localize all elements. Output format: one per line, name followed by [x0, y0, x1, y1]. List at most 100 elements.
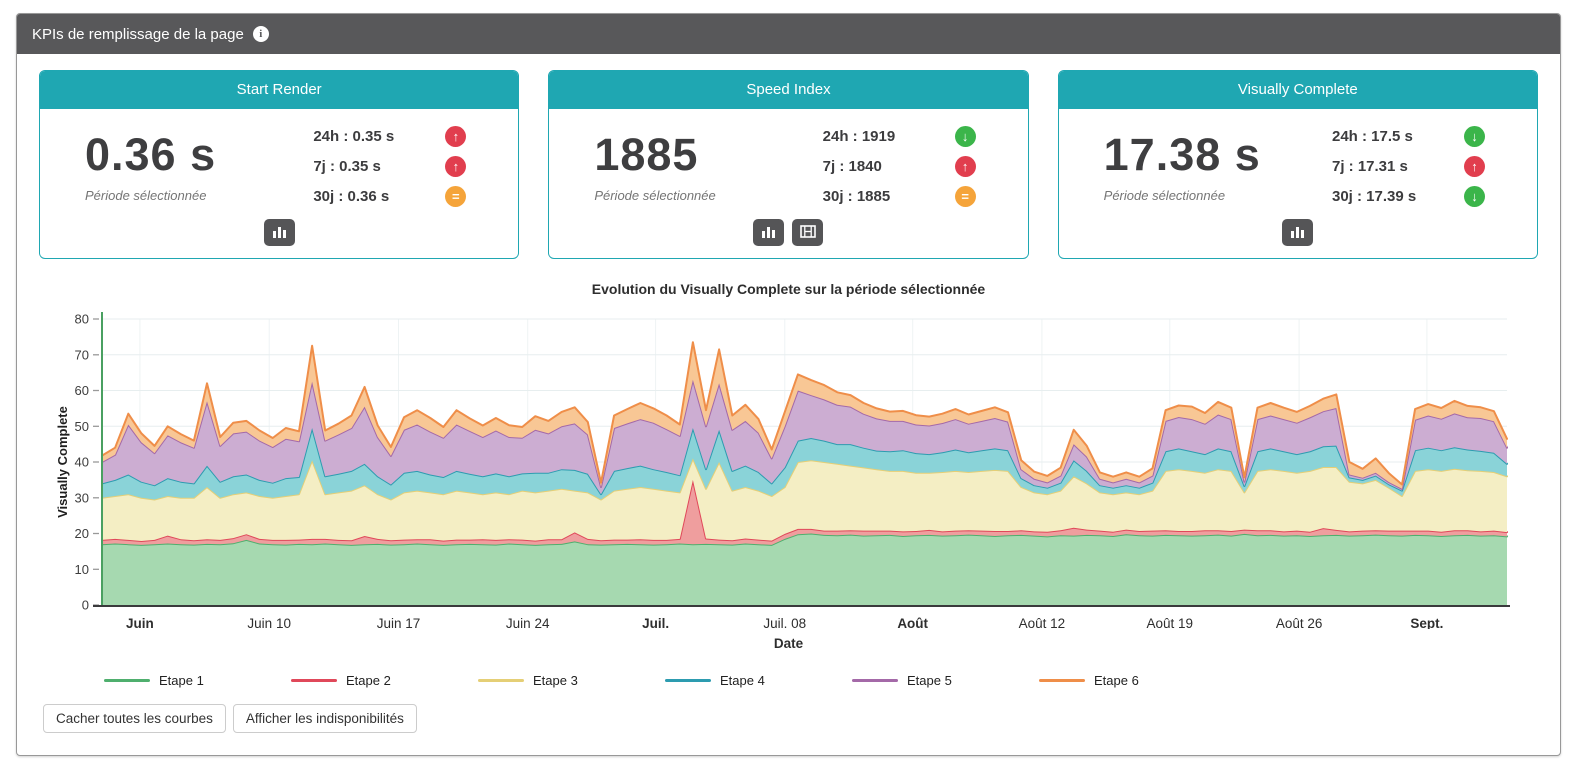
- kpi-value: 1885: [594, 129, 822, 181]
- svg-text:10: 10: [75, 562, 89, 577]
- svg-text:Juil. 08: Juil. 08: [763, 616, 806, 629]
- kpi-stat-row: 7j : 0.35 s↑: [313, 156, 488, 177]
- svg-text:30: 30: [75, 490, 89, 505]
- hide-all-curves-button[interactable]: Cacher toutes les courbes: [43, 704, 226, 733]
- kpi-stat-row: 30j : 0.36 s=: [313, 186, 488, 207]
- kpi-card: Visually Complete 17.38 s Période sélectio…: [1058, 70, 1538, 259]
- svg-text:Visually Complete: Visually Complete: [55, 406, 70, 518]
- kpi-buttons: [40, 215, 518, 258]
- kpi-card-body: 1885Période sélectionnée24h : 1919↓7j : …: [549, 109, 1027, 215]
- kpi-stat-label: 24h : 17.5 s: [1332, 128, 1464, 145]
- trend-up-icon: ↑: [445, 126, 466, 147]
- trend-up-icon: ↑: [445, 156, 466, 177]
- info-icon[interactable]: i: [253, 26, 269, 42]
- legend-item-etape-4[interactable]: Etape 4: [665, 673, 852, 688]
- kpi-card-title: Start Render: [40, 71, 518, 109]
- kpi-stat-label: 24h : 1919: [823, 128, 955, 145]
- svg-text:Août: Août: [897, 616, 928, 629]
- svg-text:Août 19: Août 19: [1147, 616, 1194, 629]
- panel-body: Start Render 0.36 s Période sélectionnée 24…: [17, 54, 1560, 755]
- svg-text:Juin 17: Juin 17: [377, 616, 421, 629]
- kpi-card: Start Render 0.36 s Période sélectionnée 24…: [39, 70, 519, 259]
- kpi-stat-label: 30j : 17.39 s: [1332, 188, 1464, 205]
- legend-item-etape-6[interactable]: Etape 6: [1039, 673, 1226, 688]
- kpi-stat-label: 7j : 1840: [823, 158, 955, 175]
- kpi-card-title: Speed Index: [549, 71, 1027, 109]
- svg-text:Juin: Juin: [126, 616, 154, 629]
- kpi-period-label: Période sélectionnée: [85, 188, 313, 203]
- kpi-value: 0.36 s: [85, 129, 313, 181]
- kpi-stat-row: 7j : 1840↑: [823, 156, 998, 177]
- stacked-area-chart[interactable]: 0 10 20 30 40 50 60 70 80 Juin Juin 10 Juin 17 Juin …: [39, 307, 1538, 629]
- bar-chart-icon: [761, 225, 776, 241]
- kpi-buttons: [549, 215, 1027, 258]
- svg-text:70: 70: [75, 347, 89, 362]
- x-axis-title: Date: [39, 636, 1538, 651]
- bar-chart-icon: [272, 225, 287, 241]
- kpi-card: Speed Index1885Période sélectionnée24h :…: [548, 70, 1028, 259]
- kpi-stat-row: 24h : 0.35 s↑: [313, 126, 488, 147]
- legend-item-etape-2[interactable]: Etape 2: [291, 673, 478, 688]
- legend-swatch: [665, 679, 711, 682]
- show-unavailability-button[interactable]: Afficher les indisponibilités: [233, 704, 417, 733]
- svg-text:80: 80: [75, 312, 89, 327]
- svg-text:60: 60: [75, 383, 89, 398]
- legend-item-etape-5[interactable]: Etape 5: [852, 673, 1039, 688]
- legend-swatch: [104, 679, 150, 682]
- svg-text:0: 0: [82, 598, 89, 613]
- kpi-stat-row: 7j : 17.31 s↑: [1332, 156, 1507, 177]
- trend-up-icon: ↑: [955, 156, 976, 177]
- legend-swatch: [478, 679, 524, 682]
- kpi-stat-label: 24h : 0.35 s: [313, 128, 445, 145]
- legend-label: Etape 4: [720, 673, 765, 688]
- svg-text:Sept.: Sept.: [1410, 616, 1443, 629]
- legend-swatch: [1039, 679, 1085, 682]
- kpi-stats: 24h : 17.5 s↓7j : 17.31 s↑30j : 17.39 s↓: [1332, 117, 1507, 215]
- chart-title: Evolution du Visually Complete sur la pé…: [39, 281, 1538, 297]
- legend-label: Etape 5: [907, 673, 952, 688]
- kpi-stat-label: 7j : 17.31 s: [1332, 158, 1464, 175]
- kpi-buttons: [1059, 215, 1537, 258]
- svg-text:40: 40: [75, 455, 89, 470]
- bar-chart-button[interactable]: [1282, 219, 1313, 246]
- bar-chart-button[interactable]: [753, 219, 784, 246]
- kpi-stat-label: 30j : 1885: [823, 188, 955, 205]
- legend-label: Etape 3: [533, 673, 578, 688]
- svg-text:Août 12: Août 12: [1019, 616, 1066, 629]
- bar-chart-button[interactable]: [264, 219, 295, 246]
- kpi-period-label: Période sélectionnée: [1104, 188, 1332, 203]
- svg-text:Juin 24: Juin 24: [506, 616, 550, 629]
- legend-swatch: [291, 679, 337, 682]
- kpi-stats: 24h : 0.35 s↑7j : 0.35 s↑30j : 0.36 s=: [313, 117, 488, 215]
- trend-equal-icon: =: [955, 186, 976, 207]
- kpi-card-body: 17.38 sPériode sélectionnée24h : 17.5 s↓…: [1059, 109, 1537, 215]
- kpi-cards-row: Start Render 0.36 s Période sélectionnée 24…: [39, 70, 1538, 259]
- trend-equal-icon: =: [445, 186, 466, 207]
- film-button[interactable]: [792, 219, 823, 246]
- kpi-stat-row: 30j : 17.39 s↓: [1332, 186, 1507, 207]
- kpi-card-title: Visually Complete: [1059, 71, 1537, 109]
- kpi-value: 17.38 s: [1104, 129, 1332, 181]
- legend-label: Etape 2: [346, 673, 391, 688]
- svg-text:Juin 10: Juin 10: [247, 616, 291, 629]
- kpi-stat-label: 7j : 0.35 s: [313, 158, 445, 175]
- legend-item-etape-3[interactable]: Etape 3: [478, 673, 665, 688]
- legend-label: Etape 1: [159, 673, 204, 688]
- kpi-stat-row: 30j : 1885=: [823, 186, 998, 207]
- svg-text:Juil.: Juil.: [642, 616, 669, 629]
- trend-up-icon: ↑: [1464, 156, 1485, 177]
- svg-text:50: 50: [75, 419, 89, 434]
- panel-title: KPIs de remplissage de la page: [32, 26, 244, 43]
- panel-header: KPIs de remplissage de la page i: [17, 14, 1560, 54]
- legend-item-etape-1[interactable]: Etape 1: [104, 673, 291, 688]
- film-icon: [800, 225, 816, 241]
- trend-down-icon: ↓: [1464, 186, 1485, 207]
- bar-chart-icon: [1290, 225, 1305, 241]
- footer-buttons: Cacher toutes les courbesAfficher les in…: [43, 704, 1538, 733]
- svg-text:Août 26: Août 26: [1276, 616, 1323, 629]
- chart-legend: Etape 1 Etape 2 Etape 3 Etape 4 Etape 5 Etape…: [39, 673, 1538, 688]
- svg-text:20: 20: [75, 526, 89, 541]
- kpi-stat-row: 24h : 17.5 s↓: [1332, 126, 1507, 147]
- legend-swatch: [852, 679, 898, 682]
- kpi-card-body: 0.36 sPériode sélectionnée24h : 0.35 s↑7…: [40, 109, 518, 215]
